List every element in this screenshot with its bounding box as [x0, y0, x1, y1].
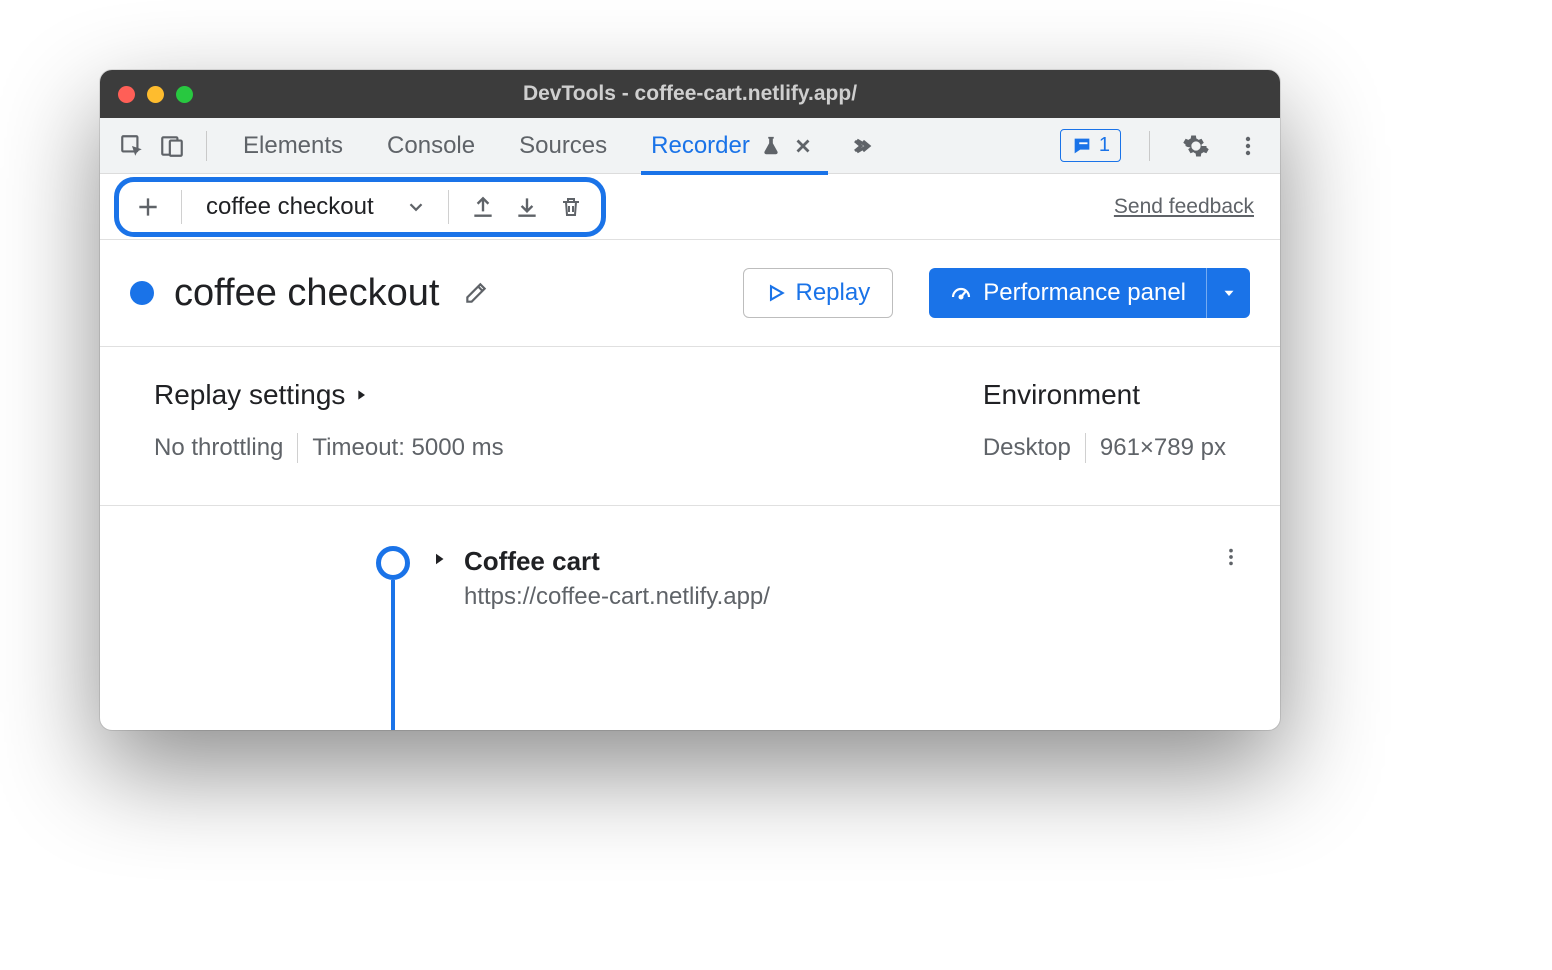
- issues-badge[interactable]: 1: [1060, 129, 1121, 162]
- environment-header: Environment: [983, 379, 1226, 411]
- edit-title-icon[interactable]: [459, 276, 493, 310]
- devtools-window: DevTools - coffee-cart.netlify.app/ Elem…: [100, 70, 1280, 730]
- divider: [1085, 433, 1086, 463]
- gauge-icon: [949, 281, 973, 305]
- close-tab-icon[interactable]: [792, 135, 814, 157]
- close-window-button[interactable]: [118, 86, 135, 103]
- device-value: Desktop: [983, 434, 1071, 462]
- tab-label: Console: [387, 132, 475, 160]
- divider: [1149, 131, 1150, 161]
- environment-column: Environment Desktop 961×789 px: [983, 379, 1226, 463]
- window-controls: [118, 86, 193, 103]
- import-recording-icon[interactable]: [509, 189, 545, 225]
- issues-count: 1: [1099, 134, 1110, 157]
- performance-panel-group: Performance panel: [929, 268, 1250, 318]
- environment-label: Environment: [983, 379, 1140, 411]
- tabs-bar-right: 1: [1060, 128, 1266, 164]
- maximize-window-button[interactable]: [176, 86, 193, 103]
- more-tabs-icon[interactable]: [846, 130, 878, 162]
- performance-panel-dropdown[interactable]: [1206, 268, 1250, 318]
- recorder-toolbar: coffee checkout Send feedback: [100, 174, 1280, 240]
- environment-values: Desktop 961×789 px: [983, 433, 1226, 463]
- performance-panel-button[interactable]: Performance panel: [929, 268, 1206, 318]
- divider: [448, 190, 449, 224]
- step-row[interactable]: Coffee cart https://coffee-cart.netlify.…: [430, 546, 1250, 611]
- send-feedback-link[interactable]: Send feedback: [1114, 195, 1254, 219]
- device-toolbar-icon[interactable]: [154, 128, 190, 164]
- timeline-node-column: [130, 546, 410, 580]
- tab-label: Recorder: [651, 132, 750, 160]
- replay-settings-label: Replay settings: [154, 379, 345, 411]
- flask-icon: [760, 135, 782, 157]
- replay-settings-column: Replay settings No throttling Timeout: 5…: [154, 379, 504, 463]
- timeline-line: [391, 580, 395, 730]
- throttling-value: No throttling: [154, 434, 283, 462]
- caret-right-icon: [353, 387, 369, 403]
- tab-elements[interactable]: Elements: [223, 118, 363, 174]
- divider: [181, 190, 182, 224]
- window-title: DevTools - coffee-cart.netlify.app/: [100, 82, 1280, 106]
- inspect-element-icon[interactable]: [114, 128, 150, 164]
- recording-title: coffee checkout: [174, 272, 439, 315]
- recording-selector-dropdown-icon[interactable]: [400, 191, 432, 223]
- minimize-window-button[interactable]: [147, 86, 164, 103]
- play-icon: [766, 283, 786, 303]
- settings-row: Replay settings No throttling Timeout: 5…: [100, 347, 1280, 506]
- viewport-value: 961×789 px: [1100, 434, 1226, 462]
- divider: [297, 433, 298, 463]
- devtools-tabs-bar: Elements Console Sources Recorder 1: [100, 118, 1280, 174]
- chevron-down-icon: [1220, 284, 1238, 302]
- tab-console[interactable]: Console: [367, 118, 495, 174]
- kebab-menu-icon[interactable]: [1230, 128, 1266, 164]
- message-icon: [1071, 135, 1093, 157]
- tab-recorder[interactable]: Recorder: [631, 118, 834, 174]
- steps-timeline: Coffee cart https://coffee-cart.netlify.…: [100, 506, 1280, 611]
- step-text: Coffee cart https://coffee-cart.netlify.…: [464, 546, 770, 611]
- timeline-node: [376, 546, 410, 580]
- step-url: https://coffee-cart.netlify.app/: [464, 583, 770, 611]
- recording-selector-label[interactable]: coffee checkout: [198, 193, 392, 221]
- new-recording-button[interactable]: [131, 190, 165, 224]
- replay-label: Replay: [796, 279, 871, 307]
- replay-button[interactable]: Replay: [743, 268, 894, 318]
- replay-settings-values: No throttling Timeout: 5000 ms: [154, 433, 504, 463]
- recording-header: coffee checkout Replay Performance panel: [100, 240, 1280, 347]
- tab-sources[interactable]: Sources: [499, 118, 627, 174]
- step-title: Coffee cart: [464, 546, 770, 577]
- step-kebab-menu-icon[interactable]: [1220, 546, 1242, 573]
- recording-status-dot: [130, 281, 154, 305]
- delete-recording-icon[interactable]: [553, 189, 589, 225]
- caret-right-icon: [430, 550, 448, 568]
- timeout-value: Timeout: 5000 ms: [312, 434, 503, 462]
- tab-label: Sources: [519, 132, 607, 160]
- divider: [206, 131, 207, 161]
- performance-panel-label: Performance panel: [983, 279, 1186, 307]
- tab-label: Elements: [243, 132, 343, 160]
- replay-settings-header[interactable]: Replay settings: [154, 379, 504, 411]
- recording-selector-highlight: coffee checkout: [114, 177, 606, 237]
- settings-icon[interactable]: [1178, 128, 1214, 164]
- export-recording-icon[interactable]: [465, 189, 501, 225]
- window-titlebar: DevTools - coffee-cart.netlify.app/: [100, 70, 1280, 118]
